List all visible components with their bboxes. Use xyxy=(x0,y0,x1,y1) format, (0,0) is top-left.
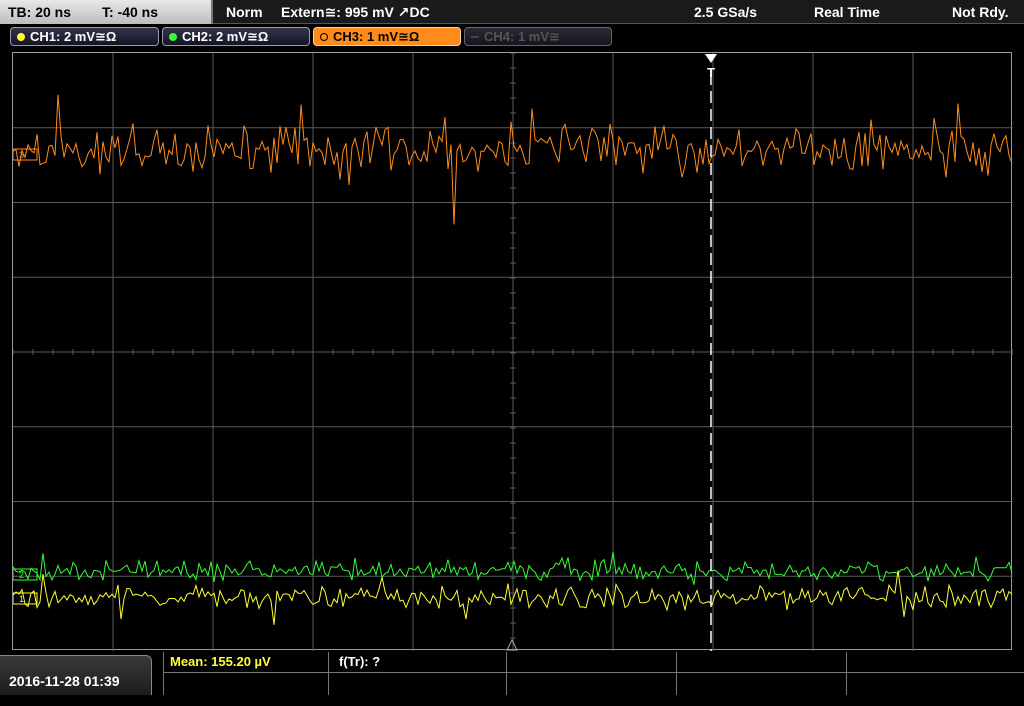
channel-4-tab[interactable]: CH4: 1 mV≅ xyxy=(464,27,612,46)
measurement-mean: Mean: 155.20 µV xyxy=(170,654,271,669)
svg-text:1: 1 xyxy=(19,594,24,604)
channel-dot-icon xyxy=(17,33,25,41)
trigger-marker: T xyxy=(707,65,715,80)
trigger-position-icon xyxy=(506,638,518,651)
timebase-box[interactable]: TB: 20 ns T: -40 ns xyxy=(0,0,213,24)
datetime-box[interactable]: 2016-11-28 01:39 xyxy=(0,655,152,695)
trigger-status: Not Rdy. xyxy=(952,4,1009,20)
trigger-arrow-icon[interactable] xyxy=(705,54,717,63)
channel-1-tab[interactable]: CH1: 2 mV≅Ω xyxy=(10,27,159,46)
channel-4-label: CH4: 1 mV≅ xyxy=(484,29,560,44)
acquisition-mode[interactable]: Norm xyxy=(226,0,263,24)
svg-text:3: 3 xyxy=(19,150,24,160)
channel-3-label: CH3: 1 mV≅Ω xyxy=(333,29,420,44)
waveform-display[interactable]: T 3 2 1 xyxy=(12,52,1013,651)
timebase-label: TB: 20 ns xyxy=(8,4,72,20)
channel-1-label: CH1: 2 mV≅Ω xyxy=(30,29,117,44)
channel-2-tab[interactable]: CH2: 2 mV≅Ω xyxy=(162,27,310,46)
measurement-cell-4[interactable] xyxy=(676,652,846,695)
waveform-canvas: T 3 2 1 xyxy=(13,53,1013,651)
measurement-cell-2[interactable]: f(Tr): ? xyxy=(328,652,506,695)
measurement-cell-3[interactable] xyxy=(506,652,676,695)
svg-text:2: 2 xyxy=(19,570,24,580)
measurement-frequency: f(Tr): ? xyxy=(339,654,381,669)
measurement-cell-1[interactable]: Mean: 155.20 µV xyxy=(163,652,328,695)
bottom-bar: 2016-11-28 01:39 Mean: 155.20 µV f(Tr): … xyxy=(0,652,1024,695)
acquisition-type[interactable]: Real Time xyxy=(814,0,880,24)
channel-dot-icon xyxy=(169,33,177,41)
trigger-source[interactable]: Extern≅: 995 mV ↗DC xyxy=(281,0,430,24)
sample-rate[interactable]: 2.5 GSa/s xyxy=(694,0,757,24)
trigger-position-label: T: -40 ns xyxy=(102,4,159,20)
measurement-cell-5[interactable] xyxy=(846,652,1024,695)
channel-dot-icon xyxy=(320,33,328,41)
measurement-divider xyxy=(163,672,1024,673)
top-status-bar: TB: 20 ns T: -40 ns Norm Extern≅: 995 mV… xyxy=(0,0,1024,24)
datetime-label: 2016-11-28 01:39 xyxy=(9,673,120,689)
channel-off-icon xyxy=(471,36,479,38)
channel-bar: CH1: 2 mV≅Ω CH2: 2 mV≅Ω CH3: 1 mV≅Ω CH4:… xyxy=(0,25,1024,49)
channel-3-tab[interactable]: CH3: 1 mV≅Ω xyxy=(313,27,461,46)
channel-2-label: CH2: 2 mV≅Ω xyxy=(182,29,269,44)
